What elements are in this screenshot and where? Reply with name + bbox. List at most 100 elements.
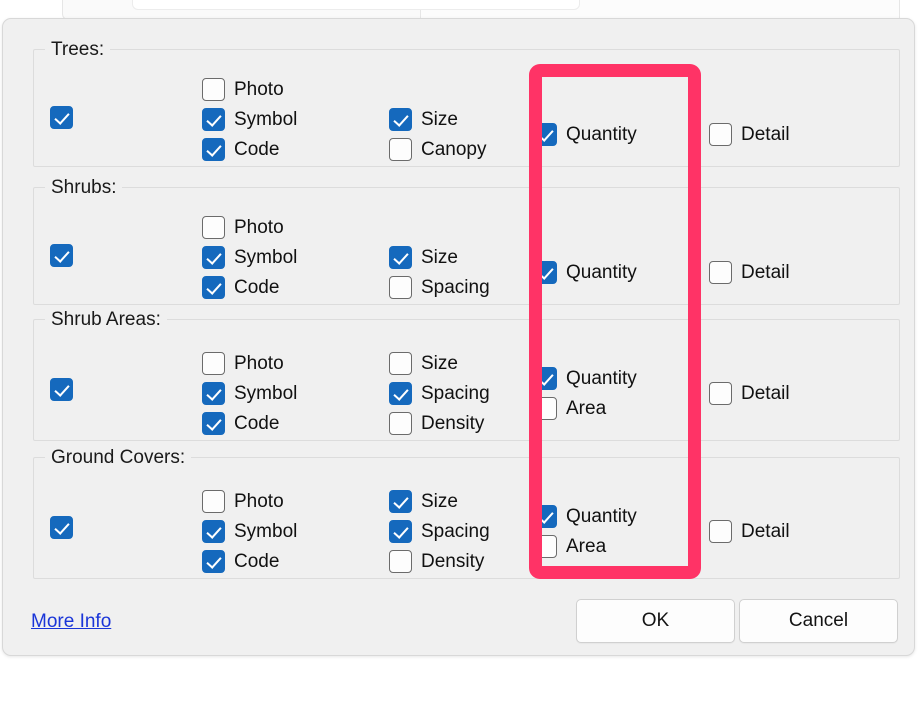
ground-covers-size-row[interactable]: Size [389,486,490,516]
shrub-areas-detail-row[interactable]: Detail [709,378,790,408]
shrub-areas-photo-row[interactable]: Photo [202,348,297,378]
shrub-areas-density-checkbox[interactable] [389,411,412,435]
more-info-link[interactable]: More Info [31,611,111,633]
shrub-areas-code-row[interactable]: Code [202,408,297,438]
ground-covers-symbol-checkbox[interactable] [202,519,225,543]
ground-covers-photo-label: Photo [234,490,284,512]
shrub-areas-density-row[interactable]: Density [389,408,490,438]
shrub-areas-size-checkbox[interactable] [389,351,412,375]
trees-code-checkbox[interactable] [202,137,225,161]
trees-photo-row[interactable]: Photo [202,74,297,104]
trees-column-quantity: Quantity [534,119,637,149]
shrub-areas-spacing-checkbox[interactable] [389,381,412,405]
shrubs-detail-row[interactable]: Detail [709,257,790,287]
ok-button[interactable]: OK [576,599,735,643]
shrub-areas-area-checkbox[interactable] [534,396,557,420]
ground-covers-quantity-row[interactable]: Quantity [534,501,637,531]
shrub-areas-code-checkbox[interactable] [202,411,225,435]
shrubs-photo-checkbox[interactable] [202,215,225,239]
ground-covers-symbol-label: Symbol [234,520,298,542]
trees-master-checkbox-wrap [50,106,73,129]
trees-size-checkbox[interactable] [389,107,412,131]
ground-covers-density-label: Density [421,550,485,572]
trees-symbol-checkbox[interactable] [202,107,225,131]
shrubs-spacing-row[interactable]: Spacing [389,272,490,302]
trees-quantity-row[interactable]: Quantity [534,119,637,149]
ground-covers-density-row[interactable]: Density [389,546,490,576]
shrub-areas-detail-checkbox[interactable] [709,381,732,405]
ground-covers-column-size: Size Spacing Density [389,486,490,576]
trees-canopy-row[interactable]: Canopy [389,134,487,164]
shrubs-spacing-checkbox[interactable] [389,275,412,299]
ground-covers-detail-row[interactable]: Detail [709,516,790,546]
shrubs-symbol-row[interactable]: Symbol [202,242,297,272]
shrubs-detail-checkbox[interactable] [709,260,732,284]
ground-covers-spacing-checkbox[interactable] [389,519,412,543]
shrubs-code-row[interactable]: Code [202,272,297,302]
group-shrubs: Shrubs: Photo Symbol Code Size Spacing Q… [33,177,900,305]
ground-covers-code-checkbox[interactable] [202,549,225,573]
trees-quantity-checkbox[interactable] [534,122,557,146]
shrub-areas-photo-checkbox[interactable] [202,351,225,375]
shrub-areas-quantity-row[interactable]: Quantity [534,363,637,393]
shrub-areas-size-row[interactable]: Size [389,348,490,378]
shrubs-photo-row[interactable]: Photo [202,212,297,242]
shrub-areas-symbol-checkbox[interactable] [202,381,225,405]
shrubs-master-checkbox[interactable] [50,244,73,267]
shrubs-code-label: Code [234,276,280,298]
ground-covers-area-row[interactable]: Area [534,531,637,561]
ground-covers-density-checkbox[interactable] [389,549,412,573]
trees-detail-checkbox[interactable] [709,122,732,146]
ground-covers-area-label: Area [566,535,607,557]
group-shrubs-legend: Shrubs: [45,177,123,199]
ground-covers-photo-row[interactable]: Photo [202,486,297,516]
ground-covers-quantity-checkbox[interactable] [534,504,557,528]
shrub-areas-spacing-row[interactable]: Spacing [389,378,490,408]
shrubs-size-checkbox[interactable] [389,245,412,269]
shrub-areas-column-identity: Photo Symbol Code [202,348,297,438]
ground-covers-size-label: Size [421,490,458,512]
shrubs-quantity-row[interactable]: Quantity [534,257,637,287]
shrub-areas-spacing-label: Spacing [421,382,490,404]
shrubs-photo-label: Photo [234,216,284,238]
ground-covers-photo-checkbox[interactable] [202,489,225,513]
trees-quantity-label: Quantity [566,123,637,145]
shrub-areas-symbol-label: Symbol [234,382,298,404]
shrubs-column-detail: Detail [709,257,790,287]
shrubs-detail-label: Detail [741,261,790,283]
trees-symbol-label: Symbol [234,108,298,130]
shrubs-column-quantity: Quantity [534,257,637,287]
ground-covers-symbol-row[interactable]: Symbol [202,516,297,546]
group-trees-legend: Trees: [45,39,111,61]
trees-column-size: Size Canopy [389,104,487,164]
trees-photo-checkbox[interactable] [202,77,225,101]
shrub-areas-detail-label: Detail [741,382,790,404]
trees-master-checkbox[interactable] [50,106,73,129]
shrub-areas-quantity-checkbox[interactable] [534,366,557,390]
shrubs-size-label: Size [421,246,458,268]
shrubs-size-row[interactable]: Size [389,242,490,272]
shrubs-code-checkbox[interactable] [202,275,225,299]
trees-canopy-label: Canopy [421,138,487,160]
trees-code-row[interactable]: Code [202,134,297,164]
ground-covers-code-row[interactable]: Code [202,546,297,576]
shrubs-quantity-checkbox[interactable] [534,260,557,284]
trees-column-identity: Photo Symbol Code [202,74,297,164]
shrubs-symbol-checkbox[interactable] [202,245,225,269]
cancel-button[interactable]: Cancel [739,599,898,643]
shrub-areas-symbol-row[interactable]: Symbol [202,378,297,408]
shrub-areas-master-checkbox[interactable] [50,378,73,401]
trees-symbol-row[interactable]: Symbol [202,104,297,134]
ground-covers-size-checkbox[interactable] [389,489,412,513]
ground-covers-spacing-row[interactable]: Spacing [389,516,490,546]
ground-covers-detail-checkbox[interactable] [709,519,732,543]
trees-canopy-checkbox[interactable] [389,137,412,161]
trees-detail-row[interactable]: Detail [709,119,790,149]
ground-covers-code-label: Code [234,550,280,572]
shrub-areas-area-row[interactable]: Area [534,393,637,423]
ground-covers-master-checkbox[interactable] [50,516,73,539]
ground-covers-area-checkbox[interactable] [534,534,557,558]
ground-covers-column-quantity: Quantity Area [534,501,637,561]
trees-code-label: Code [234,138,280,160]
trees-size-row[interactable]: Size [389,104,487,134]
